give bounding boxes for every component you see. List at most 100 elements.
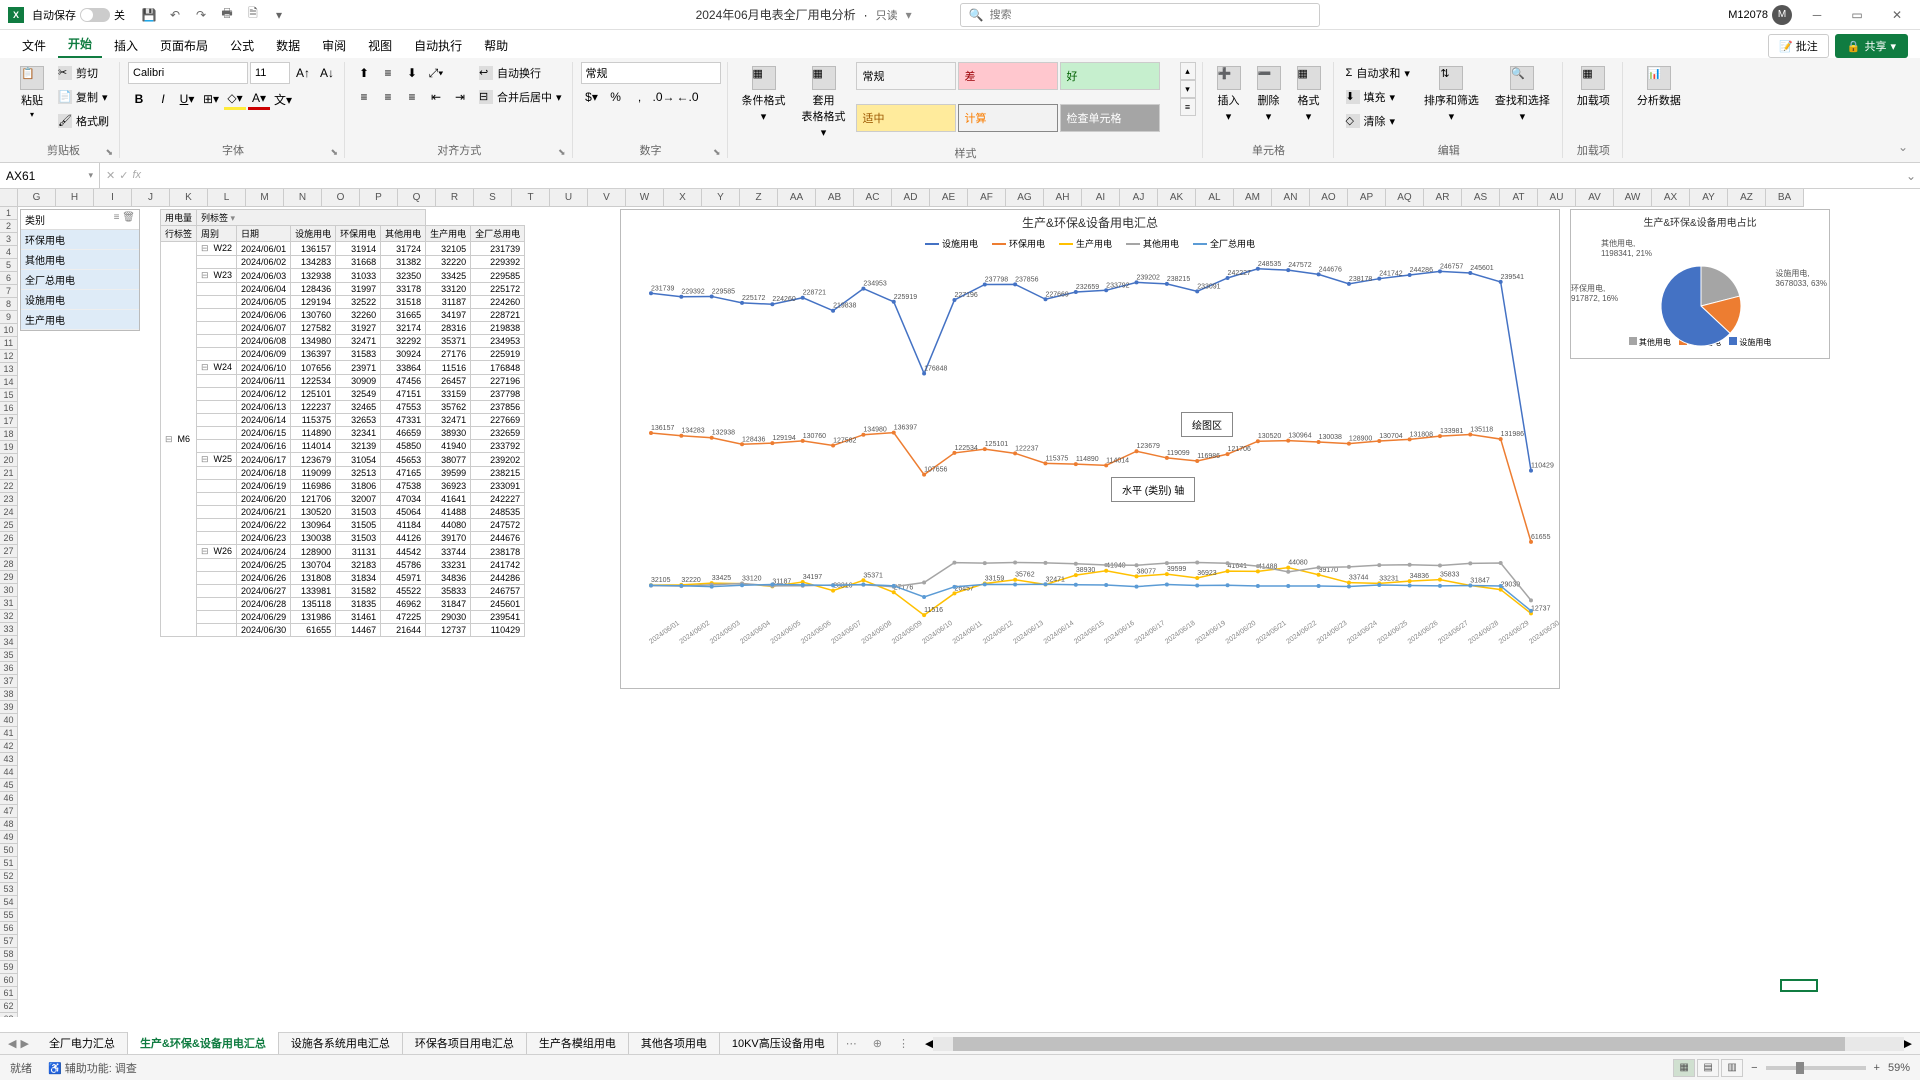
pivot-date[interactable]: 2024/06/29	[237, 611, 291, 624]
pivot-value[interactable]: 244676	[471, 532, 525, 545]
addins-button[interactable]: ▦加载项	[1571, 62, 1616, 140]
find-select-button[interactable]: 🔍查找和选择▾	[1489, 62, 1556, 140]
slicer-item[interactable]: 全厂总用电	[21, 270, 139, 290]
drill-icon[interactable]: ⊟	[201, 546, 211, 557]
format-cells-button[interactable]: ▦格式▾	[1291, 62, 1327, 140]
pivot-week[interactable]	[197, 322, 237, 335]
pivot-week[interactable]	[197, 480, 237, 493]
pivot-date[interactable]: 2024/06/24	[237, 545, 291, 559]
comma-icon[interactable]: ,	[629, 86, 651, 108]
col-header[interactable]: AB	[816, 189, 854, 206]
pivot-date[interactable]: 2024/06/21	[237, 506, 291, 519]
pivot-value[interactable]: 45850	[381, 440, 426, 453]
align-right-icon[interactable]: ≡	[401, 86, 423, 108]
row-header[interactable]: 23	[0, 493, 17, 506]
pivot-value[interactable]: 33231	[426, 559, 471, 572]
tab-insert[interactable]: 插入	[104, 33, 148, 58]
row-header[interactable]: 27	[0, 545, 17, 558]
pivot-week[interactable]	[197, 283, 237, 296]
pivot-value[interactable]: 134980	[291, 335, 336, 348]
sheet-tab[interactable]: 环保各项目用电汇总	[403, 1032, 527, 1056]
pivot-value[interactable]: 245601	[471, 598, 525, 611]
pivot-value[interactable]: 21644	[381, 624, 426, 637]
tab-nav-next-icon[interactable]: ▶	[20, 1037, 28, 1050]
redo-icon[interactable]: ↷	[193, 7, 209, 23]
pivot-value[interactable]: 130704	[291, 559, 336, 572]
col-header[interactable]: O	[322, 189, 360, 206]
col-header[interactable]: AR	[1424, 189, 1462, 206]
pivot-value[interactable]: 29030	[426, 611, 471, 624]
pivot-date[interactable]: 2024/06/22	[237, 519, 291, 532]
row-header[interactable]: 10	[0, 324, 17, 337]
pivot-value[interactable]: 133981	[291, 585, 336, 598]
pivot-value[interactable]: 32220	[426, 256, 471, 269]
pivot-week[interactable]	[197, 559, 237, 572]
font-launcher-icon[interactable]: ⬊	[330, 147, 338, 158]
pivot-value[interactable]: 31033	[336, 269, 381, 283]
pivot-value[interactable]: 31131	[336, 545, 381, 559]
row-header[interactable]: 44	[0, 766, 17, 779]
legend-item[interactable]: 设施用电	[925, 237, 978, 250]
underline-icon[interactable]: U▾	[176, 88, 198, 110]
style-neutral[interactable]: 适中	[856, 104, 956, 132]
row-header[interactable]: 18	[0, 428, 17, 441]
fx-accept-icon[interactable]: ✓	[119, 169, 128, 182]
save-icon[interactable]: 💾	[141, 7, 157, 23]
row-header[interactable]: 55	[0, 909, 17, 922]
pivot-date[interactable]: 2024/06/27	[237, 585, 291, 598]
styles-scroll-up-icon[interactable]: ▴	[1180, 62, 1196, 80]
slicer-item[interactable]: 其他用电	[21, 250, 139, 270]
pivot-value[interactable]: 114014	[291, 440, 336, 453]
col-header[interactable]: AN	[1272, 189, 1310, 206]
pivot-value[interactable]: 136397	[291, 348, 336, 361]
pivot-value[interactable]: 35371	[426, 335, 471, 348]
col-header[interactable]: AX	[1652, 189, 1690, 206]
row-header[interactable]: 39	[0, 701, 17, 714]
row-header[interactable]: 19	[0, 441, 17, 454]
pivot-value[interactable]: 229392	[471, 256, 525, 269]
pivot-week[interactable]	[197, 309, 237, 322]
hscroll-track[interactable]	[933, 1037, 1903, 1051]
view-pagelayout-icon[interactable]: ▤	[1697, 1059, 1719, 1077]
pivot-value[interactable]: 136157	[291, 242, 336, 256]
tab-view[interactable]: 视图	[358, 33, 402, 58]
close-icon[interactable]: ✕	[1882, 5, 1912, 25]
pivot-value[interactable]: 34836	[426, 572, 471, 585]
row-header[interactable]: 25	[0, 519, 17, 532]
pivot-week[interactable]: ⊟ W23	[197, 269, 237, 283]
pivot-date[interactable]: 2024/06/02	[237, 256, 291, 269]
pivot-value[interactable]: 23971	[336, 361, 381, 375]
pivot-date[interactable]: 2024/06/08	[237, 335, 291, 348]
pivot-value[interactable]: 238178	[471, 545, 525, 559]
row-header[interactable]: 36	[0, 662, 17, 675]
pivot-date[interactable]: 2024/06/19	[237, 480, 291, 493]
style-normal[interactable]: 常规	[856, 62, 956, 90]
pivot-date[interactable]: 2024/06/25	[237, 559, 291, 572]
pivot-value[interactable]: 32105	[426, 242, 471, 256]
pivot-value[interactable]: 41940	[426, 440, 471, 453]
pivot-value[interactable]: 47034	[381, 493, 426, 506]
col-header[interactable]: AF	[968, 189, 1006, 206]
fx-icon[interactable]: fx	[132, 169, 141, 182]
pivot-value[interactable]: 31927	[336, 322, 381, 335]
pivot-week[interactable]	[197, 256, 237, 269]
pivot-value[interactable]: 239541	[471, 611, 525, 624]
pivot-date[interactable]: 2024/06/16	[237, 440, 291, 453]
sheet-tab[interactable]: 其他各项用电	[629, 1032, 720, 1056]
pivot-value[interactable]: 127582	[291, 322, 336, 335]
merge-center-button[interactable]: ⊟合并后居中 ▾	[475, 86, 566, 108]
pivot-value[interactable]: 132938	[291, 269, 336, 283]
pivot-value[interactable]: 32471	[426, 414, 471, 427]
pivot-date[interactable]: 2024/06/10	[237, 361, 291, 375]
align-bottom-icon[interactable]: ⬇	[401, 62, 423, 84]
indent-increase-icon[interactable]: ⇥	[449, 86, 471, 108]
pivot-value[interactable]: 34197	[426, 309, 471, 322]
ribbon-collapse-icon[interactable]: ⌄	[1898, 140, 1908, 154]
bold-icon[interactable]: B	[128, 88, 150, 110]
col-header[interactable]: AC	[854, 189, 892, 206]
pivot-value[interactable]: 30909	[336, 375, 381, 388]
increase-decimal-icon[interactable]: .0→	[653, 86, 675, 108]
row-header[interactable]: 59	[0, 961, 17, 974]
pivot-value[interactable]: 41641	[426, 493, 471, 506]
pivot-week[interactable]	[197, 611, 237, 624]
